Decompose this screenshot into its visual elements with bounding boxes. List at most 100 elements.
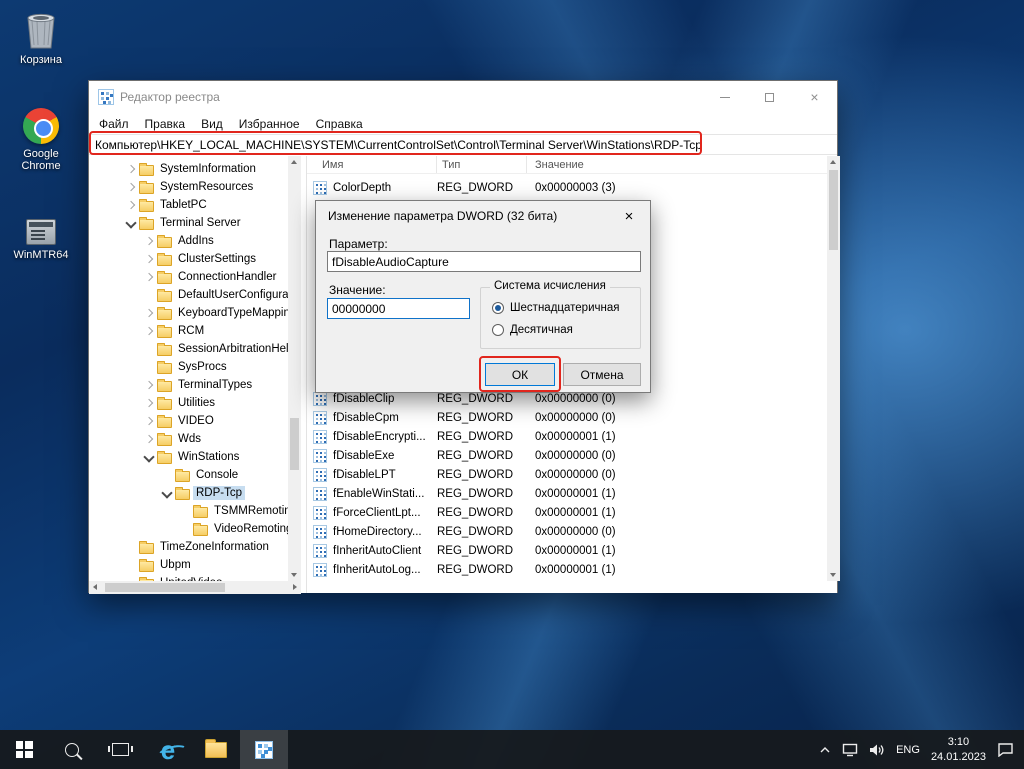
scroll-right-icon[interactable] [293,584,297,590]
desktop-icon-recycle-bin[interactable]: Корзина [6,8,76,66]
menu-favorites[interactable]: Избранное [231,117,308,131]
value-row[interactable]: fDisableLPT REG_DWORD 0x00000000 (0) [307,465,825,484]
ok-button[interactable]: ОК [485,363,555,386]
chevron-icon[interactable] [177,521,193,537]
tree-item[interactable]: TSMMRemoting [89,502,288,520]
task-view-button[interactable] [96,730,144,769]
chevron-icon[interactable] [141,377,157,393]
tree-item[interactable]: UnitedVideo [89,574,288,581]
chevron-icon[interactable] [141,395,157,411]
volume-icon[interactable] [869,743,885,757]
tree-item[interactable]: DefaultUserConfiguration [89,286,288,304]
value-name-field[interactable] [327,251,641,272]
tree-item[interactable]: KeyboardTypeMapping [89,304,288,322]
tree-vertical-scrollbar[interactable] [288,156,301,581]
chevron-icon[interactable] [141,341,157,357]
tree-item[interactable]: SystemResources [89,178,288,196]
value-row[interactable]: fHomeDirectory... REG_DWORD 0x00000000 (… [307,522,825,541]
tree-item[interactable]: ClusterSettings [89,250,288,268]
tree-item[interactable]: AddIns [89,232,288,250]
tree-item[interactable]: Console [89,466,288,484]
value-row[interactable]: fForceClientLpt... REG_DWORD 0x00000001 … [307,503,825,522]
chevron-icon[interactable] [123,557,139,573]
taskbar-file-explorer[interactable] [192,730,240,769]
chevron-icon[interactable] [141,305,157,321]
scroll-up-icon[interactable] [291,160,297,164]
radio-decimal[interactable]: Десятичная [492,324,573,336]
title-bar[interactable]: Редактор реестра × [89,81,837,113]
tree-item[interactable]: ConnectionHandler [89,268,288,286]
chevron-icon[interactable] [141,413,157,429]
chevron-icon[interactable] [141,287,157,303]
cancel-button[interactable]: Отмена [563,363,641,386]
chevron-icon[interactable] [159,485,175,501]
language-indicator[interactable]: ENG [896,744,920,756]
chevron-icon[interactable] [141,269,157,285]
chevron-icon[interactable] [123,179,139,195]
taskbar-clock[interactable]: 3:10 24.01.2023 [931,735,986,765]
action-center-icon[interactable] [997,742,1014,757]
menu-help[interactable]: Справка [308,117,371,131]
column-header-value[interactable]: Значение [527,156,837,173]
scrollbar-thumb[interactable] [290,418,299,470]
list-vertical-scrollbar[interactable] [827,156,840,581]
tree-item[interactable]: WinStations [89,448,288,466]
menu-edit[interactable]: Правка [137,117,194,131]
tree-item[interactable]: Wds [89,430,288,448]
taskbar-regedit-active[interactable] [240,730,288,769]
dialog-title-bar[interactable]: Изменение параметра DWORD (32 бита) × [316,201,650,231]
close-button[interactable]: × [792,81,837,113]
chevron-icon[interactable] [141,431,157,447]
chevron-icon[interactable] [141,449,157,465]
start-button[interactable] [0,730,48,769]
tree-horizontal-scrollbar[interactable] [89,581,301,594]
tree-item[interactable]: VideoRemoting [89,520,288,538]
tree-item[interactable]: TabletPC [89,196,288,214]
tree-item[interactable]: SessionArbitrationHelper [89,340,288,358]
minimize-button[interactable] [702,81,747,113]
column-header-name[interactable]: Имя [307,156,437,173]
value-row[interactable]: fEnableWinStati... REG_DWORD 0x00000001 … [307,484,825,503]
chevron-icon[interactable] [141,251,157,267]
chevron-icon[interactable] [123,539,139,555]
chevron-icon[interactable] [123,215,139,231]
taskbar-internet-explorer[interactable]: e [144,730,192,769]
taskbar-search-button[interactable] [48,730,96,769]
tree-item[interactable]: SysProcs [89,358,288,376]
radio-unselected-icon[interactable] [492,324,504,336]
chevron-icon[interactable] [159,467,175,483]
maximize-button[interactable] [747,81,792,113]
scrollbar-thumb[interactable] [829,170,838,250]
scroll-down-icon[interactable] [291,573,297,577]
scroll-left-icon[interactable] [93,584,97,590]
tree-item[interactable]: Ubpm [89,556,288,574]
desktop-icon-google-chrome[interactable]: Google Chrome [6,102,76,172]
value-row[interactable]: ColorDepth REG_DWORD 0x00000003 (3) [307,178,825,197]
dialog-close-button[interactable]: × [608,201,650,231]
value-row[interactable]: fInheritAutoClient REG_DWORD 0x00000001 … [307,541,825,560]
tree-item[interactable]: VIDEO [89,412,288,430]
tree-item[interactable]: RDP-Tcp [89,484,288,502]
chevron-icon[interactable] [177,503,193,519]
menu-view[interactable]: Вид [193,117,231,131]
value-data-field[interactable] [327,298,470,319]
tree-item[interactable]: Terminal Server [89,214,288,232]
scroll-down-icon[interactable] [830,573,836,577]
radio-hexadecimal[interactable]: Шестнадцатеричная [492,302,619,314]
tree-item[interactable]: TerminalTypes [89,376,288,394]
value-row[interactable]: fDisableCpm REG_DWORD 0x00000000 (0) [307,408,825,427]
scrollbar-thumb[interactable] [105,583,225,592]
tree-item[interactable]: Utilities [89,394,288,412]
desktop-icon-winmtr64[interactable]: WinMTR64 [6,203,76,261]
tray-expand-icon[interactable] [819,746,831,754]
chevron-icon[interactable] [141,323,157,339]
chevron-icon[interactable] [123,161,139,177]
chevron-icon[interactable] [141,359,157,375]
address-input[interactable] [89,135,837,154]
network-icon[interactable] [842,743,858,757]
chevron-icon[interactable] [141,233,157,249]
menu-file[interactable]: Файл [91,117,137,131]
value-row[interactable]: fDisableExe REG_DWORD 0x00000000 (0) [307,446,825,465]
chevron-icon[interactable] [123,197,139,213]
column-header-type[interactable]: Тип [437,156,527,173]
